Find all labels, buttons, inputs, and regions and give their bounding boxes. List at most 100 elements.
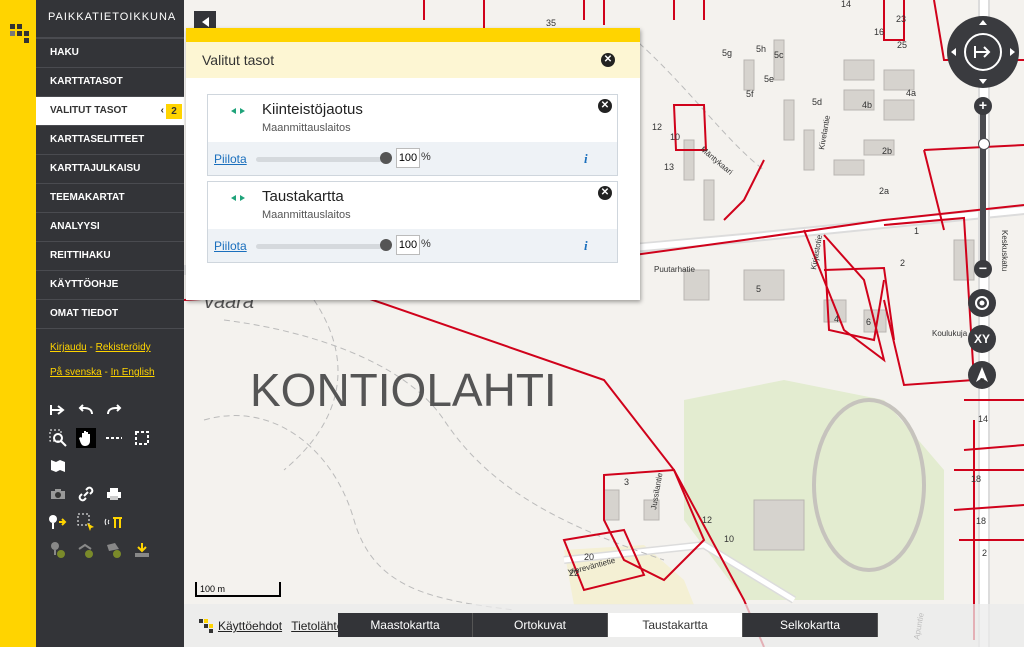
svg-text:3: 3 — [624, 477, 629, 487]
remove-layer-icon[interactable]: ✕ — [598, 186, 612, 200]
svg-text:4: 4 — [834, 314, 839, 324]
hide-layer-link[interactable]: Piilota — [214, 152, 247, 166]
account-links: Kirjaudu - Rekisteröidy — [36, 341, 184, 355]
basemap-maastokartta[interactable]: Maastokartta — [338, 613, 473, 637]
nav-item-reittihaku[interactable]: REITTIHAKU — [36, 241, 184, 270]
svg-text:25: 25 — [897, 40, 907, 50]
camera-icon[interactable] — [48, 484, 68, 504]
nav-item-teemakartat[interactable]: TEEMAKARTAT — [36, 183, 184, 212]
zoom-level-handle[interactable] — [978, 138, 990, 150]
svg-text:2: 2 — [982, 548, 987, 558]
info-icon[interactable]: i — [584, 238, 588, 254]
measure-area-icon[interactable] — [132, 428, 152, 448]
undo-icon[interactable] — [76, 400, 96, 420]
layer-source: Maanmittauslaitos — [262, 122, 351, 134]
opacity-slider-handle[interactable] — [380, 152, 392, 164]
measure-line-icon[interactable] — [104, 428, 124, 448]
svg-text:12: 12 — [652, 122, 662, 132]
nav-item-analyysi[interactable]: ANALYYSI — [36, 212, 184, 241]
opacity-slider[interactable] — [256, 244, 386, 249]
link-separator: - — [104, 367, 108, 378]
nav-item-omat-tiedot[interactable]: OMAT TIEDOT — [36, 299, 184, 328]
layer-controls: Piilota 100 % i — [208, 229, 617, 262]
opacity-slider[interactable] — [256, 157, 386, 162]
svg-text:35: 35 — [546, 18, 556, 28]
language-links: På svenska - In English — [36, 366, 184, 380]
register-link[interactable]: Rekisteröidy — [96, 342, 151, 353]
svg-text:2: 2 — [900, 258, 905, 268]
feature-info-icon[interactable] — [104, 512, 124, 532]
zoom-bar[interactable] — [980, 108, 986, 268]
nav-item-karttajulkaisu[interactable]: KARTTAJULKAISU — [36, 154, 184, 183]
basemap-switcher: Maastokartta Ortokuvat Taustakartta Selk… — [338, 613, 878, 637]
bottom-bar: Käyttöehdot Tietolähteet Maastokartta Or… — [184, 604, 1024, 647]
add-point-icon[interactable] — [48, 540, 68, 560]
my-location-button[interactable] — [968, 289, 996, 317]
svg-text:100 m: 100 m — [200, 584, 225, 594]
close-panel-icon[interactable]: ✕ — [601, 53, 615, 67]
opacity-unit: % — [421, 238, 431, 250]
nav-item-haku[interactable]: HAKU — [36, 38, 184, 67]
svg-text:Koulukuja: Koulukuja — [932, 329, 968, 338]
basemap-selkokartta[interactable]: Selkokartta — [743, 613, 878, 637]
visibility-icon[interactable] — [230, 107, 246, 115]
nav-item-karttaselitteet[interactable]: KARTTASELITTEET — [36, 125, 184, 154]
north-arrow-button[interactable]: N — [968, 361, 996, 389]
footer-logo-icon — [199, 619, 213, 633]
import-data-icon[interactable] — [132, 540, 152, 560]
app-title: PAIKKATIETOIKKUNA — [36, 0, 184, 38]
compass-arrows-icon — [951, 20, 1015, 84]
opacity-slider-handle[interactable] — [380, 239, 392, 251]
remove-layer-icon[interactable]: ✕ — [598, 99, 612, 113]
add-area-icon[interactable] — [104, 540, 124, 560]
zoom-in-button[interactable]: + — [974, 97, 992, 115]
hide-layer-link[interactable]: Piilota — [214, 239, 247, 253]
svg-text:2a: 2a — [879, 186, 889, 196]
pin-arrow-icon[interactable] — [48, 512, 68, 532]
map-book-icon[interactable] — [48, 456, 68, 476]
layer-name: Kiinteistöjaotus — [262, 101, 363, 118]
opacity-input[interactable]: 100 — [396, 235, 420, 255]
basemap-ortokuvat[interactable]: Ortokuvat — [473, 613, 608, 637]
layer-count-badge: 2 — [166, 104, 182, 119]
add-line-icon[interactable] — [76, 540, 96, 560]
zoom-out-button[interactable]: − — [974, 260, 992, 278]
coordinate-tool-button[interactable]: XY — [968, 325, 996, 353]
terms-link[interactable]: Käyttöehdot — [218, 619, 282, 633]
svg-text:5: 5 — [756, 284, 761, 294]
triangle-left-icon — [202, 17, 209, 27]
reset-view-icon[interactable] — [48, 400, 68, 420]
select-features-icon[interactable] — [76, 512, 96, 532]
redo-icon[interactable] — [104, 400, 124, 420]
layer-name: Taustakartta — [262, 188, 344, 205]
opacity-unit: % — [421, 151, 431, 163]
pan-hand-icon[interactable] — [76, 428, 96, 448]
svg-text:5e: 5e — [764, 74, 774, 84]
brand-strip — [0, 0, 36, 647]
print-icon[interactable] — [104, 484, 124, 504]
pan-compass[interactable] — [947, 16, 1019, 88]
basemap-taustakartta[interactable]: Taustakartta — [608, 613, 743, 637]
svg-text:16: 16 — [874, 27, 884, 37]
zoom-box-icon[interactable] — [48, 428, 68, 448]
panel-header: Valitut tasot ✕ — [186, 42, 640, 78]
english-link[interactable]: In English — [111, 367, 155, 378]
svg-text:14: 14 — [978, 414, 988, 424]
info-icon[interactable]: i — [584, 151, 588, 167]
svg-text:5c: 5c — [774, 50, 784, 60]
login-link[interactable]: Kirjaudu — [50, 342, 87, 353]
svg-text:2b: 2b — [882, 146, 892, 156]
opacity-input[interactable]: 100 — [396, 148, 420, 168]
caret-left-icon: ‹ — [160, 105, 164, 116]
link-icon[interactable] — [76, 484, 96, 504]
link-separator: - — [89, 342, 93, 353]
nav-item-valitut-tasot[interactable]: VALITUT TASOT ‹ 2 — [36, 96, 184, 125]
layer-item: Taustakartta Maanmittauslaitos ✕ Piilota… — [207, 181, 618, 263]
nav-item-karttatasot[interactable]: KARTTATASOT — [36, 67, 184, 96]
visibility-icon[interactable] — [230, 194, 246, 202]
svg-text:Keskuskatu: Keskuskatu — [1000, 230, 1009, 271]
svg-text:18: 18 — [976, 516, 986, 526]
nav-item-kayttoohje[interactable]: KÄYTTÖOHJE — [36, 270, 184, 299]
swedish-link[interactable]: På svenska — [50, 367, 102, 378]
svg-text:12: 12 — [702, 515, 712, 525]
